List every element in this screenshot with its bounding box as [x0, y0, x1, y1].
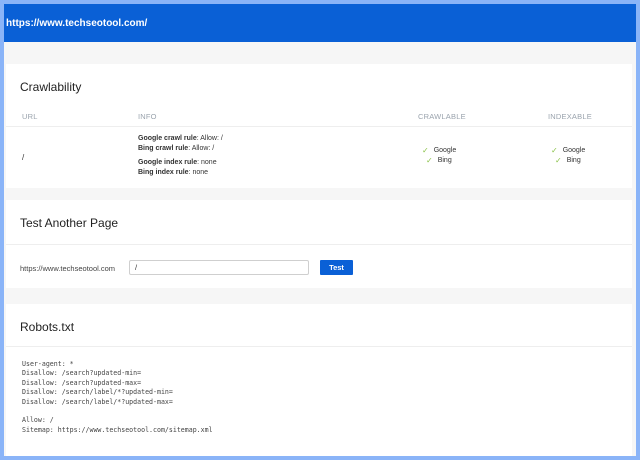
test-page-card: Test Another Page https://www.techseotoo… — [6, 200, 632, 288]
test-page-title: Test Another Page — [20, 216, 119, 230]
table-divider — [6, 126, 632, 127]
robots-card: Robots.txt User-agent: * Disallow: /sear… — [6, 304, 632, 456]
check-icon: ✓ — [555, 155, 562, 165]
crawlability-title: Crawlability — [20, 80, 82, 94]
path-input[interactable] — [129, 260, 309, 275]
test-button[interactable]: Test — [320, 260, 353, 275]
info-line: Google crawl rule: Allow: / — [138, 135, 223, 142]
col-header-info: INFO — [138, 112, 157, 121]
col-header-url: URL — [22, 112, 38, 121]
info-line: Bing index rule: none — [138, 169, 209, 176]
top-bar: https://www.techseotool.com/ — [4, 4, 636, 42]
list-item: ✓ Google — [551, 146, 586, 155]
col-header-indexable: INDEXABLE — [548, 112, 592, 121]
row-info: Google crawl rule: Allow: / Bing crawl r… — [138, 134, 223, 178]
list-item: ✓ Google — [422, 146, 457, 155]
robots-title: Robots.txt — [20, 320, 75, 334]
crawlability-card: Crawlability URL INFO CRAWLABLE INDEXABL… — [6, 64, 632, 188]
card-divider — [6, 244, 632, 245]
page-frame: https://www.techseotool.com/ Crawlabilit… — [4, 4, 636, 456]
check-icon: ✓ — [551, 146, 558, 155]
indexable-list: ✓ Google ✓ Bing — [551, 146, 585, 165]
top-bar-url[interactable]: https://www.techseotool.com/ — [6, 18, 147, 29]
check-icon: ✓ — [422, 146, 429, 155]
robots-content: User-agent: * Disallow: /search?updated-… — [22, 360, 213, 434]
col-header-crawlable: CRAWLABLE — [418, 112, 466, 121]
crawlable-list: ✓ Google ✓ Bing — [422, 146, 456, 165]
check-icon: ✓ — [426, 155, 433, 165]
card-divider — [6, 346, 632, 347]
info-line: Bing crawl rule: Allow: / — [138, 145, 215, 152]
domain-label: https://www.techseotool.com — [20, 264, 116, 273]
list-item: ✓ Bing — [555, 155, 581, 165]
list-item: ✓ Bing — [426, 155, 452, 165]
info-line: Google index rule: none — [138, 159, 217, 166]
row-url: / — [22, 153, 25, 162]
